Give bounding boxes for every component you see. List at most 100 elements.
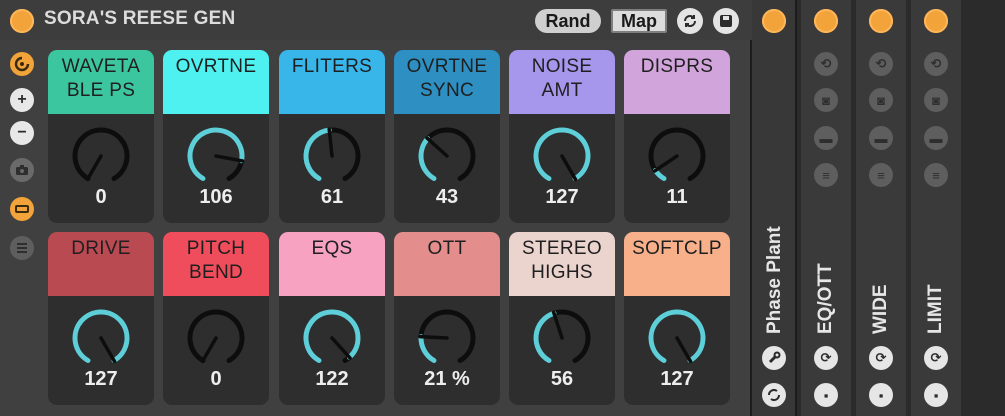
macro-3[interactable]: FLITERS 61 — [279, 50, 385, 223]
settings-icon[interactable]: ⟳ — [869, 346, 893, 370]
knob-needle — [560, 154, 578, 182]
knob-needle — [85, 154, 103, 182]
rack-title: SORA'S REESE GEN — [44, 8, 236, 29]
macro-4[interactable]: OVRTNE SYNC 43 — [394, 50, 500, 223]
macro-value: 127 — [660, 368, 694, 390]
minus-icon[interactable]: − — [10, 121, 34, 145]
macro-2[interactable]: OVRTNE 106 — [163, 50, 269, 223]
macro-11[interactable]: STEREO HIGHS 56 — [509, 232, 615, 405]
phase-plant-power-button[interactable] — [762, 9, 786, 33]
list-icon[interactable]: ≡ — [924, 163, 948, 187]
macro-label: EQS — [279, 232, 385, 296]
macro-knob[interactable] — [186, 308, 246, 368]
macro-label: OTT — [394, 232, 500, 296]
macro-value: 0 — [210, 368, 222, 390]
macro-value: 56 — [550, 368, 574, 390]
camera-icon[interactable]: ◙ — [814, 88, 838, 112]
settings-icon[interactable]: ⟳ — [814, 346, 838, 370]
wide-power-button[interactable] — [869, 9, 893, 33]
macro-label: NOISE AMT — [509, 50, 615, 114]
wrench-icon[interactable] — [762, 346, 786, 370]
rack-side-controls: + − — [0, 40, 44, 416]
macro-9[interactable]: EQS 122 — [279, 232, 385, 405]
hotswap-icon[interactable]: ⟲ — [869, 52, 893, 76]
macro-5[interactable]: NOISE AMT 127 — [509, 50, 615, 223]
eq-ott-power-button[interactable] — [814, 9, 838, 33]
knob-needle — [330, 336, 352, 360]
macro-value: 43 — [435, 186, 459, 208]
macro-value: 127 — [545, 186, 579, 208]
chain-icon[interactable]: ▬ — [814, 126, 838, 150]
macro-7[interactable]: DRIVE 127 — [48, 232, 154, 405]
macro-knob[interactable] — [71, 308, 131, 368]
plus-icon[interactable]: + — [10, 88, 34, 112]
chain-icon[interactable]: ▬ — [924, 126, 948, 150]
rack-power-button[interactable] — [10, 9, 34, 33]
list-icon[interactable] — [10, 236, 34, 260]
device-limit: ⟲ ◙ ▬ ≡ LIMIT ⟳ ▪ — [911, 0, 961, 416]
camera-icon[interactable] — [10, 158, 34, 182]
macro-value: 106 — [199, 186, 233, 208]
hotswap-icon[interactable]: ⟲ — [924, 52, 948, 76]
settings-icon[interactable] — [762, 383, 786, 407]
macro-knob[interactable] — [417, 126, 477, 186]
device-eq-ott: ⟲ ◙ ▬ ≡ EQ/OTT ⟳ ▪ — [801, 0, 851, 416]
macro-knob[interactable] — [186, 126, 246, 186]
knob-needle — [551, 310, 564, 340]
macro-8[interactable]: PITCH BEND 0 — [163, 232, 269, 405]
knob-value-arc — [418, 334, 437, 364]
macro-knob[interactable] — [71, 126, 131, 186]
list-icon[interactable]: ≡ — [869, 163, 893, 187]
macro-knob[interactable] — [302, 126, 362, 186]
macro-label: SOFTCLP — [624, 232, 730, 296]
camera-icon[interactable]: ◙ — [869, 88, 893, 112]
hotswap-icon[interactable]: ⟲ — [814, 52, 838, 76]
rand-button[interactable]: Rand — [535, 9, 601, 33]
macro-knob[interactable] — [647, 126, 707, 186]
save-icon[interactable]: ▪ — [924, 383, 948, 407]
chain-icon[interactable]: ▬ — [869, 126, 893, 150]
save-icon[interactable]: ▪ — [814, 383, 838, 407]
settings-icon[interactable]: ⟳ — [924, 346, 948, 370]
hotswap-icon[interactable] — [10, 52, 34, 76]
macro-knob[interactable] — [417, 308, 477, 368]
macro-12[interactable]: SOFTCLP 127 — [624, 232, 730, 405]
list-icon[interactable]: ≡ — [814, 163, 838, 187]
settings-icon[interactable] — [677, 8, 703, 34]
device-name-eq-ott: EQ/OTT — [815, 263, 836, 334]
device-wide: ⟲ ◙ ▬ ≡ WIDE ⟳ ▪ — [856, 0, 906, 416]
macro-value: 21 % — [424, 368, 470, 390]
device-name-wide: WIDE — [870, 284, 891, 334]
macro-1[interactable]: WAVETA BLE PS 0 — [48, 50, 154, 223]
knob-needle — [200, 336, 218, 364]
macro-6[interactable]: DISPRS 11 — [624, 50, 730, 223]
macro-value: 127 — [84, 368, 118, 390]
instrument-rack: SORA'S REESE GEN Rand Map + − WAVETA BLE… — [0, 0, 752, 416]
chain-icon[interactable] — [10, 197, 34, 221]
knob-value-arc — [533, 310, 557, 364]
device-name-phase-plant: Phase Plant — [764, 226, 785, 334]
macro-label: OVRTNE SYNC — [394, 50, 500, 114]
macro-knob[interactable] — [302, 308, 362, 368]
macro-label: PITCH BEND — [163, 232, 269, 296]
macro-value: 0 — [95, 186, 107, 208]
macro-label: WAVETA BLE PS — [48, 50, 154, 114]
device-name-limit: LIMIT — [925, 284, 946, 334]
macro-value: 61 — [320, 186, 344, 208]
map-button[interactable]: Map — [611, 9, 667, 33]
save-icon[interactable]: ▪ — [869, 383, 893, 407]
limit-power-button[interactable] — [924, 9, 948, 33]
macro-knob[interactable] — [532, 126, 592, 186]
knob-needle — [425, 136, 449, 158]
macro-10[interactable]: OTT 21 % — [394, 232, 500, 405]
camera-icon[interactable]: ◙ — [924, 88, 948, 112]
knob-needle — [675, 336, 693, 364]
macro-label: OVRTNE — [163, 50, 269, 114]
macro-value: 11 — [666, 186, 688, 208]
macro-knob[interactable] — [647, 308, 707, 368]
macro-knob[interactable] — [532, 308, 592, 368]
save-icon[interactable] — [713, 8, 739, 34]
rack-header: SORA'S REESE GEN Rand Map — [0, 0, 752, 40]
macro-label: FLITERS — [279, 50, 385, 114]
macro-label: STEREO HIGHS — [509, 232, 615, 296]
